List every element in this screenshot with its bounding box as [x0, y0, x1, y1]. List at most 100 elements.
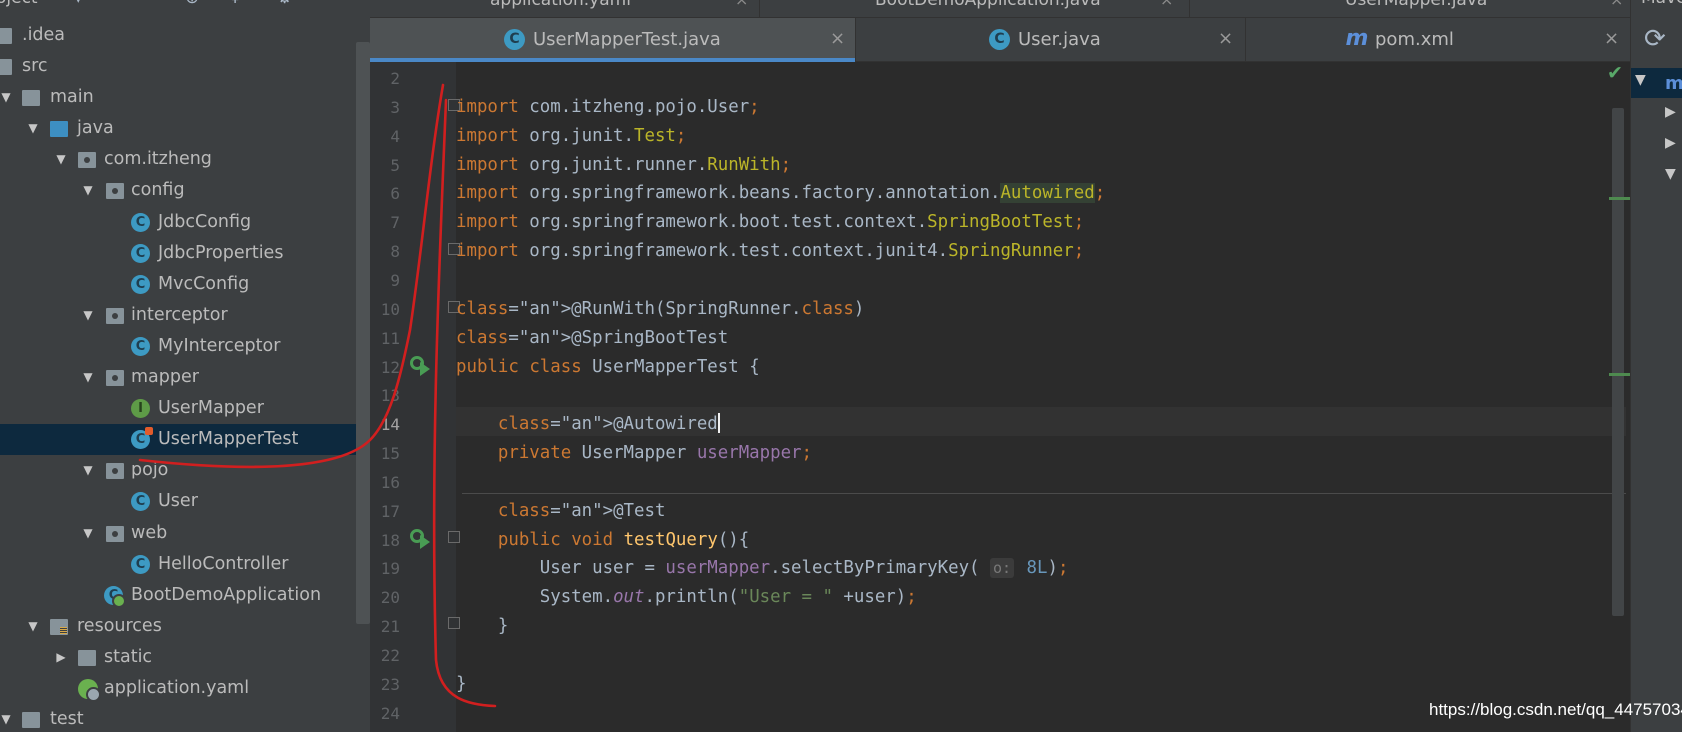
tree-item-config[interactable]: ▼ config — [0, 175, 356, 206]
line-number: 14 — [380, 415, 400, 435]
expand-arrow-icon[interactable]: ▼ — [80, 518, 96, 549]
tree-item-label: .idea — [22, 25, 66, 45]
expand-arrow-icon[interactable]: ▼ — [0, 82, 14, 113]
line-number: 20 — [380, 588, 400, 608]
tab-application-yaml[interactable]: application.yaml × — [370, 0, 760, 17]
close-icon[interactable]: × — [735, 0, 748, 9]
tab-label: application.yaml — [490, 0, 631, 10]
tree-item-user[interactable]: C User — [0, 486, 356, 517]
run-test-icon[interactable] — [410, 354, 432, 376]
expand-arrow-icon[interactable]: ▼ — [1665, 166, 1676, 182]
tab-pom-xml[interactable]: m pom.xml × — [1246, 18, 1630, 62]
tree-item-label: BootDemoApplication — [131, 584, 322, 605]
tree-item-usermapper[interactable]: I UserMapper — [0, 393, 356, 424]
run-test-icon[interactable] — [410, 527, 432, 549]
expand-arrow-icon[interactable]: ▼ — [80, 300, 96, 331]
locate-target-icon[interactable]: ⊕ — [185, 0, 199, 8]
package-icon — [106, 307, 124, 324]
package-icon — [106, 183, 124, 200]
tab-label: User.java — [1018, 29, 1101, 50]
maven-icon: m — [1665, 73, 1682, 94]
close-icon[interactable]: × — [1218, 28, 1233, 49]
tab-user-java[interactable]: C User.java × — [856, 18, 1246, 62]
tree-item-mapper[interactable]: ▼ mapper — [0, 362, 356, 393]
expand-arrow-icon[interactable]: ▼ — [1635, 72, 1646, 88]
tree-item-label: pojo — [131, 460, 169, 481]
tree-item-label: HelloController — [158, 553, 289, 574]
tree-item-hellocontroller[interactable]: C HelloController — [0, 549, 356, 580]
hide-panel-icon[interactable]: — — [320, 0, 337, 8]
expand-arrow-icon[interactable]: ▼ — [80, 362, 96, 393]
code-line: import org.springframework.beans.factory… — [456, 183, 1106, 204]
expand-arrow-icon[interactable]: ▼ — [0, 704, 14, 732]
maven-panel: Mave ⟳ ▼ m ▶ ▶ ▼ — [1630, 0, 1682, 732]
tree-item-web[interactable]: ▼ web — [0, 518, 356, 549]
editor-scrollbar[interactable] — [1612, 108, 1624, 616]
tree-item-bootdemoapplication[interactable]: C BootDemoApplication — [0, 580, 356, 611]
close-icon[interactable]: × — [1160, 0, 1173, 9]
tree-item-mvcconfig[interactable]: C MvcConfig — [0, 269, 356, 300]
tab-label: UserMapperTest.java — [533, 29, 721, 50]
tree-item-static[interactable]: ▶ static — [0, 642, 356, 673]
tree-item-main[interactable]: ▼ main — [0, 82, 356, 113]
gear-icon[interactable]: ⚙ — [277, 0, 292, 8]
line-number: 21 — [380, 617, 400, 637]
tree-item-label: application.yaml — [104, 677, 250, 698]
tab-label: UserMapper.java — [1345, 0, 1488, 10]
tree-item-src[interactable]: src — [0, 51, 356, 82]
code-line: import org.springframework.boot.test.con… — [456, 212, 1085, 233]
tab-usermappertest[interactable]: C UserMapperTest.java × — [370, 18, 856, 62]
close-icon[interactable]: × — [830, 28, 845, 49]
maven-panel-title[interactable]: Mave — [1641, 0, 1682, 8]
line-number: 2 — [390, 69, 400, 88]
tree-item-interceptor[interactable]: ▼ interceptor — [0, 300, 356, 331]
tree-item-usermappertest[interactable]: C UserMapperTest — [0, 424, 356, 456]
close-icon[interactable]: × — [1610, 0, 1623, 9]
parameter-hint: o: — [989, 558, 1015, 579]
code-editor[interactable]: import com.itzheng.pojo.User; import org.… — [456, 62, 1626, 732]
class-icon: C — [989, 29, 1010, 50]
expand-arrow-icon[interactable]: ▼ — [25, 113, 41, 144]
collapse-arrow-icon[interactable]: ▶ — [1665, 104, 1676, 120]
tree-item-application-yaml[interactable]: application.yaml — [0, 673, 356, 704]
code-line: import org.springframework.test.context.… — [456, 241, 1085, 262]
tree-item-idea[interactable]: .idea — [0, 20, 356, 51]
dropdown-arrow-icon[interactable]: ▾ — [74, 0, 83, 8]
expand-arrow-icon[interactable]: ▼ — [80, 455, 96, 486]
tab-bootdemoapplication[interactable]: BootDemoApplication.java × — [760, 0, 1190, 17]
tree-item-com-itzheng[interactable]: ▼ com.itzheng — [0, 144, 356, 175]
tab-usermapper[interactable]: UserMapper.java × — [1190, 0, 1630, 17]
expand-arrow-icon[interactable]: ▼ — [25, 611, 41, 642]
tree-item-myinterceptor[interactable]: C MyInterceptor — [0, 331, 356, 362]
folder-icon — [22, 712, 40, 729]
tree-item-java[interactable]: ▼ java — [0, 113, 356, 144]
code-line: } — [456, 616, 509, 637]
tree-item-jdbcconfig[interactable]: C JdbcConfig — [0, 207, 356, 238]
tree-scrollbar[interactable] — [356, 42, 370, 624]
spring-boot-class-icon: C — [104, 585, 126, 608]
line-number: 8 — [390, 242, 400, 262]
code-line: import com.itzheng.pojo.User; — [456, 96, 760, 117]
text-caret — [717, 412, 720, 433]
editor-tabs-row-1: application.yaml × BootDemoApplication.j… — [370, 0, 1630, 18]
expand-arrow-icon[interactable]: ▼ — [80, 175, 96, 206]
line-number: 11 — [380, 328, 400, 348]
close-icon[interactable]: × — [1604, 28, 1619, 49]
tree-item-label: test — [50, 709, 84, 730]
code-line: import org.junit.runner.RunWith; — [456, 154, 792, 175]
collapse-arrow-icon[interactable]: ▶ — [53, 642, 69, 673]
line-number: 10 — [380, 299, 400, 319]
tab-label: BootDemoApplication.java — [875, 0, 1101, 10]
collapse-all-icon[interactable]: ⇞ — [228, 0, 242, 8]
expand-arrow-icon[interactable]: ▼ — [53, 144, 69, 175]
reload-icon[interactable]: ⟳ — [1644, 24, 1666, 54]
tree-item-resources[interactable]: ▼ resources — [0, 611, 356, 642]
collapse-arrow-icon[interactable]: ▶ — [1665, 135, 1676, 151]
tree-item-pojo[interactable]: ▼ pojo — [0, 455, 356, 486]
project-panel-header: oject ▾ ⊕ ⇞ ⚙ — — [0, 0, 370, 12]
tree-item-label: main — [50, 87, 94, 108]
line-number: 5 — [390, 155, 400, 175]
tree-item-jdbcproperties[interactable]: C JdbcProperties — [0, 238, 356, 269]
change-marker — [1609, 197, 1631, 200]
tree-item-test[interactable]: ▼ test — [0, 704, 356, 732]
